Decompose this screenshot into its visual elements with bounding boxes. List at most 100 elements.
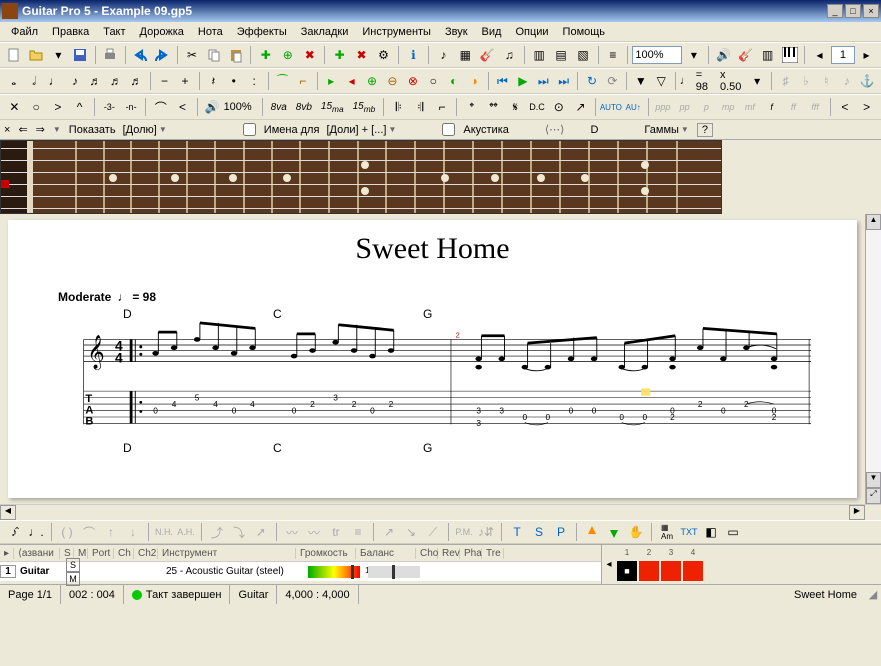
close-button[interactable]: ×	[863, 4, 879, 18]
nh-button[interactable]: N.H.	[154, 522, 174, 542]
insert-beat-button[interactable]: ▸	[321, 70, 340, 92]
voice-button[interactable]: ○	[424, 70, 443, 92]
quarter-note-button[interactable]: ♩	[45, 70, 64, 92]
browse-button[interactable]: ▾	[48, 44, 69, 66]
hammer-button[interactable]: ( )	[57, 522, 77, 542]
maximize-button[interactable]: □	[845, 4, 861, 18]
prev-fret-button[interactable]: ⇐	[18, 123, 27, 136]
fine-button[interactable]: ⊙	[548, 96, 569, 118]
section-button[interactable]: ▭	[723, 522, 743, 542]
menu-view[interactable]: Вид	[475, 24, 509, 40]
notes-button[interactable]: ♪	[433, 44, 454, 66]
mute-button[interactable]: M	[66, 572, 80, 586]
arrow-expand-icon[interactable]: ⟨⋯⟩	[545, 123, 565, 136]
track-props-button[interactable]: ⚙	[373, 44, 394, 66]
mb15-label[interactable]: 15mb	[353, 101, 376, 114]
dynamic-ppp-button[interactable]: ppp	[653, 96, 674, 118]
menu-options[interactable]: Опции	[508, 24, 555, 40]
mixer-expand-button[interactable]: ▸	[0, 548, 14, 559]
dotted-button[interactable]: •	[224, 70, 243, 92]
copy-beat2-button[interactable]: ⊗	[403, 70, 422, 92]
mixer-track-row[interactable]: 1 Guitar SM 25 - Acoustic Guitar (steel)…	[0, 561, 601, 581]
volume-icon[interactable]: 🔊	[202, 96, 223, 118]
popping-button[interactable]: P	[551, 522, 571, 542]
undo-button[interactable]	[130, 44, 151, 66]
metronome-button[interactable]: ▼	[631, 70, 650, 92]
let-ring2-button[interactable]: ⌒	[79, 522, 99, 542]
last-button[interactable]: ⏭	[554, 70, 573, 92]
crescendo-button[interactable]: <	[834, 96, 855, 118]
scroll-down-button[interactable]: ▼	[866, 472, 881, 488]
text-button[interactable]: TXT	[679, 522, 699, 542]
multitrack-button[interactable]: ≡	[602, 44, 623, 66]
menu-bookmarks[interactable]: Закладки	[294, 24, 356, 40]
horiz-layout-button[interactable]: ▤	[551, 44, 572, 66]
da-capo-button[interactable]: D.C	[527, 96, 548, 118]
tool-keyboard-button[interactable]: ▥	[757, 44, 778, 66]
tremolo-button[interactable]: ⤵	[229, 522, 249, 542]
score-page[interactable]: Sweet Home Moderate ♩ = 98 D C G 𝄞 4	[8, 220, 857, 498]
repeat-alt-button[interactable]: ⌐	[432, 96, 453, 118]
voice3-button[interactable]: ◑	[464, 70, 483, 92]
stems-button[interactable]: ⚓	[857, 70, 876, 92]
menu-edit[interactable]: Правка	[45, 24, 96, 40]
names-check[interactable]	[243, 123, 256, 136]
redo-button[interactable]	[152, 44, 173, 66]
metronome-ico-button[interactable]: ♫	[499, 44, 520, 66]
paste-button[interactable]	[225, 44, 246, 66]
stroke-down-button[interactable]	[604, 522, 624, 542]
segno-button[interactable]: 𝄋	[505, 96, 526, 118]
fretboard[interactable]: document.write(Array.from({length:22},(_…	[0, 140, 722, 214]
coda-button[interactable]: 𝄌	[461, 96, 482, 118]
acoustic-check[interactable]	[442, 123, 455, 136]
dynamic-mf-button[interactable]: mf	[740, 96, 761, 118]
countdown-button[interactable]: ▽	[651, 70, 670, 92]
repeat-close-button[interactable]: 𝄇	[410, 96, 431, 118]
scroll-right-button[interactable]: ▶	[849, 505, 865, 520]
dynamic-pp-button[interactable]: pp	[674, 96, 695, 118]
rasgueado-button[interactable]: ✋	[626, 522, 646, 542]
loop-button[interactable]: ↻	[582, 70, 601, 92]
slide-in-button[interactable]: ↗	[379, 522, 399, 542]
ottavab-label[interactable]: 8vb	[296, 102, 312, 113]
play-button[interactable]: ▶	[513, 70, 532, 92]
tool-rse-button[interactable]: 🔊	[713, 44, 734, 66]
add-bar-button[interactable]: ✚	[255, 44, 276, 66]
duration-plus-button[interactable]: +	[175, 70, 194, 92]
sixteenth-note-button[interactable]: ♬	[86, 70, 105, 92]
play-loop-button[interactable]: ⏭	[534, 70, 553, 92]
staccato-button[interactable]: ♩.	[26, 522, 46, 542]
dead-note-button[interactable]: ✕	[4, 96, 25, 118]
volume-slider[interactable]: 13	[308, 566, 360, 578]
natural-button[interactable]: ♮	[817, 70, 836, 92]
dynamic-ff-button[interactable]: ff	[783, 96, 804, 118]
new-button[interactable]	[4, 44, 25, 66]
paste-beat-button[interactable]: ⊖	[383, 70, 402, 92]
whole-note-button[interactable]: 𝅝	[4, 70, 23, 92]
stroke-up-button[interactable]	[582, 522, 602, 542]
ah-button[interactable]: A.H.	[176, 522, 196, 542]
solo-button[interactable]: S	[66, 558, 80, 572]
vibrato-button[interactable]: 〰	[282, 522, 302, 542]
menu-sound[interactable]: Звук	[438, 24, 475, 40]
add-track-button[interactable]: ✚	[329, 44, 350, 66]
page-layout-button[interactable]: ▥	[529, 44, 550, 66]
menu-effects[interactable]: Эффекты	[230, 24, 294, 40]
ghost-note-button[interactable]: ○	[26, 96, 47, 118]
chord-diagram-button[interactable]: ▦	[455, 44, 476, 66]
measure-3[interactable]	[661, 561, 681, 581]
del-track-button[interactable]: ✖	[351, 44, 372, 66]
heavy-accent-button[interactable]: ^	[69, 96, 90, 118]
zoom-dropdown[interactable]: ▾	[683, 44, 704, 66]
measure-prev-button[interactable]: ◂	[602, 559, 616, 570]
eighth-note-button[interactable]: ♪	[65, 70, 84, 92]
menu-instruments[interactable]: Инструменты	[355, 24, 438, 40]
dynamic-f-button[interactable]: f	[761, 96, 782, 118]
balance-slider[interactable]	[368, 566, 420, 578]
slide-button[interactable]: ➚	[251, 522, 271, 542]
auto2-button[interactable]: AU↑	[623, 96, 644, 118]
menu-track[interactable]: Дорожка	[133, 24, 191, 40]
del-bar-button[interactable]: ✖	[299, 44, 320, 66]
upstroke-button[interactable]: ↑	[101, 522, 121, 542]
resize-grip[interactable]: ◢	[865, 588, 881, 601]
